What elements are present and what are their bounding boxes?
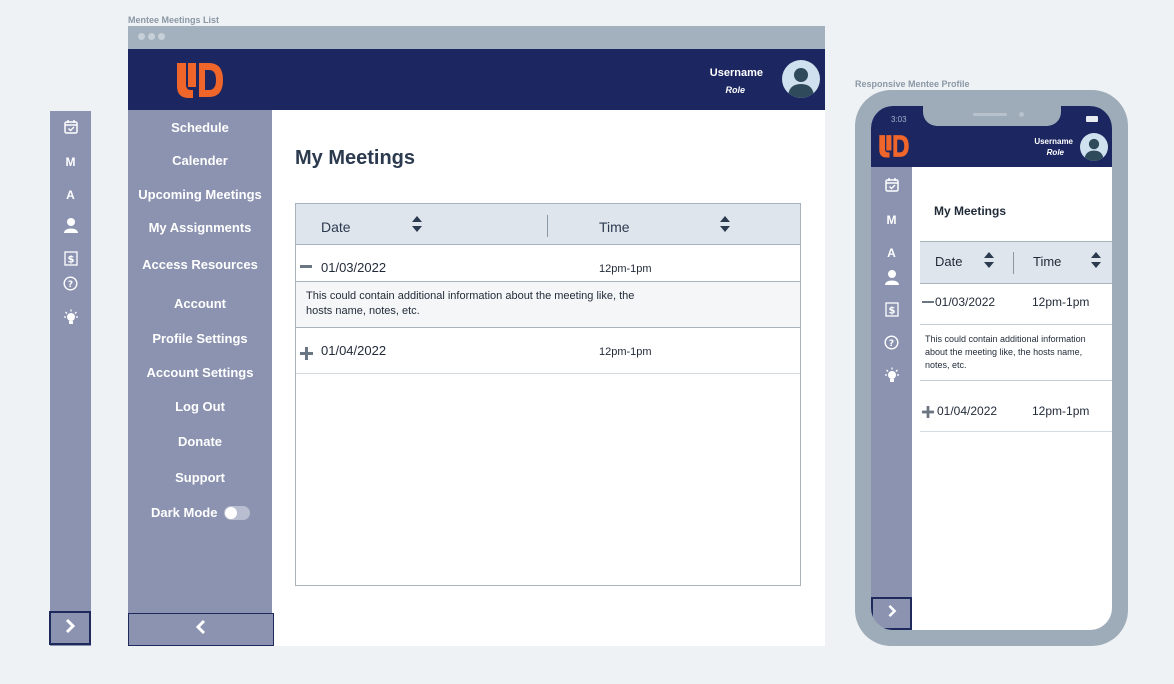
column-header-date[interactable]: Date: [321, 219, 351, 235]
expand-sidebar-button[interactable]: [49, 611, 91, 645]
sidebar-item-account-settings[interactable]: Account Settings: [128, 365, 272, 380]
lightbulb-icon[interactable]: [871, 367, 912, 388]
table-row[interactable]: 01/03/2022 12pm-1pm: [920, 284, 1112, 324]
sidebar-item-account[interactable]: Account: [128, 296, 272, 311]
meeting-time: 12pm-1pm: [1032, 295, 1090, 309]
help-icon[interactable]: ?: [50, 276, 91, 294]
user-icon[interactable]: [50, 217, 91, 237]
column-divider: [547, 215, 548, 237]
user-icon[interactable]: [871, 269, 912, 289]
collapsed-sidebar: M A $ ?: [50, 111, 91, 646]
svg-text:$: $: [67, 255, 74, 266]
sidebar-item-donate[interactable]: Donate: [128, 434, 272, 449]
sidebar-item-log-out[interactable]: Log Out: [128, 399, 272, 414]
mobile-page-title: My Meetings: [934, 204, 1007, 218]
window-dot: [148, 33, 155, 40]
mobile-screen: 3:03 Username Role M A $ ? My Meetings D…: [871, 106, 1112, 630]
sort-icon[interactable]: [984, 251, 994, 274]
meeting-details-text: This could contain additional informatio…: [306, 290, 635, 317]
ud-logo[interactable]: [878, 133, 910, 164]
expand-row-icon[interactable]: [922, 405, 934, 423]
sidebar-item-access-resources[interactable]: Access Resources: [128, 257, 272, 272]
collapse-row-icon[interactable]: [300, 265, 312, 268]
mini-item-m[interactable]: M: [871, 213, 912, 227]
sort-icon[interactable]: [1091, 251, 1101, 274]
mini-item-a[interactable]: A: [871, 246, 912, 260]
meeting-date: 01/04/2022: [937, 404, 998, 418]
meeting-date: 01/04/2022: [321, 343, 387, 358]
mini-item-m[interactable]: M: [50, 155, 91, 169]
window-dot: [158, 33, 165, 40]
dollar-icon[interactable]: $: [871, 302, 912, 320]
dark-mode-label: Dark Mode: [151, 505, 218, 520]
status-time: 3:03: [891, 115, 907, 124]
meeting-date: 01/03/2022: [321, 260, 387, 275]
table-header: Date Time: [296, 204, 800, 245]
speaker: [973, 113, 1007, 116]
mini-item-a[interactable]: A: [50, 188, 91, 202]
battery-icon: [1086, 116, 1098, 122]
mobile-frame-label: Responsive Mentee Profile: [855, 79, 970, 89]
svg-text:$: $: [888, 306, 895, 317]
avatar[interactable]: [1080, 133, 1108, 161]
lightbulb-icon[interactable]: [50, 309, 91, 330]
expand-sidebar-button[interactable]: [871, 597, 912, 630]
window-dot: [138, 33, 145, 40]
column-header-date[interactable]: Date: [935, 254, 962, 269]
expand-row-icon[interactable]: [300, 347, 313, 365]
sort-icon[interactable]: [720, 215, 730, 238]
app-header: Username Role: [128, 49, 825, 110]
svg-text:?: ?: [889, 339, 894, 349]
table-row[interactable]: 01/03/2022 12pm-1pm: [296, 245, 800, 281]
collapse-sidebar-button[interactable]: [128, 613, 274, 646]
meeting-details-text: This could contain additional informatio…: [925, 334, 1086, 370]
mobile-table-header: Date Time: [920, 241, 1112, 284]
mobile-device: 3:03 Username Role M A $ ? My Meetings D…: [855, 90, 1128, 646]
sidebar-item-my-assignments[interactable]: My Assignments: [128, 220, 272, 235]
page-title: My Meetings: [295, 147, 416, 169]
dollar-icon[interactable]: $: [50, 251, 91, 269]
dark-mode-toggle[interactable]: [224, 506, 250, 520]
chevron-right-icon: [886, 604, 898, 623]
collapse-row-icon[interactable]: [922, 301, 934, 303]
phone-notch: [923, 106, 1061, 126]
header-role: Role: [725, 85, 745, 95]
chevron-left-icon: [194, 619, 208, 640]
sidebar-item-support[interactable]: Support: [128, 470, 272, 485]
window-title-bar: [128, 26, 825, 49]
calendar-check-icon[interactable]: [50, 119, 91, 138]
desktop-window: Username Role Schedule Calender Upcoming…: [128, 26, 825, 646]
calendar-check-icon[interactable]: [871, 177, 912, 196]
meeting-details: This could contain additional informatio…: [296, 281, 800, 328]
meeting-time: 12pm-1pm: [599, 346, 652, 358]
mobile-sidebar: M A $ ?: [871, 167, 912, 630]
sidebar-item-calender[interactable]: Calender: [128, 153, 272, 168]
table-row[interactable]: 01/04/2022 12pm-1pm: [920, 394, 1112, 432]
meeting-time: 12pm-1pm: [1032, 404, 1090, 418]
sidebar-item-profile-settings[interactable]: Profile Settings: [128, 331, 272, 346]
chevron-right-icon: [63, 618, 77, 639]
column-header-time[interactable]: Time: [1033, 254, 1061, 269]
mobile-username: Username: [1034, 137, 1073, 146]
table-row[interactable]: 01/04/2022 12pm-1pm: [296, 328, 800, 374]
column-divider: [1013, 252, 1014, 274]
header-username: Username: [709, 67, 763, 79]
sort-icon[interactable]: [412, 215, 422, 238]
avatar[interactable]: [782, 60, 820, 98]
camera: [1019, 112, 1024, 117]
desktop-frame-label: Mentee Meetings List: [128, 15, 220, 25]
meetings-table: Date Time 01/03/2022 12pm-1pm This could…: [295, 203, 801, 586]
meeting-date: 01/03/2022: [935, 295, 996, 309]
help-icon[interactable]: ?: [871, 335, 912, 353]
ud-logo[interactable]: [175, 61, 225, 104]
svg-text:?: ?: [68, 280, 73, 290]
sidebar: Schedule Calender Upcoming Meetings My A…: [128, 110, 272, 646]
mobile-role: Role: [1046, 148, 1064, 157]
meeting-details: This could contain additional informatio…: [920, 324, 1112, 381]
sidebar-item-upcoming-meetings[interactable]: Upcoming Meetings: [128, 187, 272, 202]
meeting-time: 12pm-1pm: [599, 263, 652, 275]
sidebar-item-schedule[interactable]: Schedule: [128, 120, 272, 135]
column-header-time[interactable]: Time: [599, 219, 630, 235]
